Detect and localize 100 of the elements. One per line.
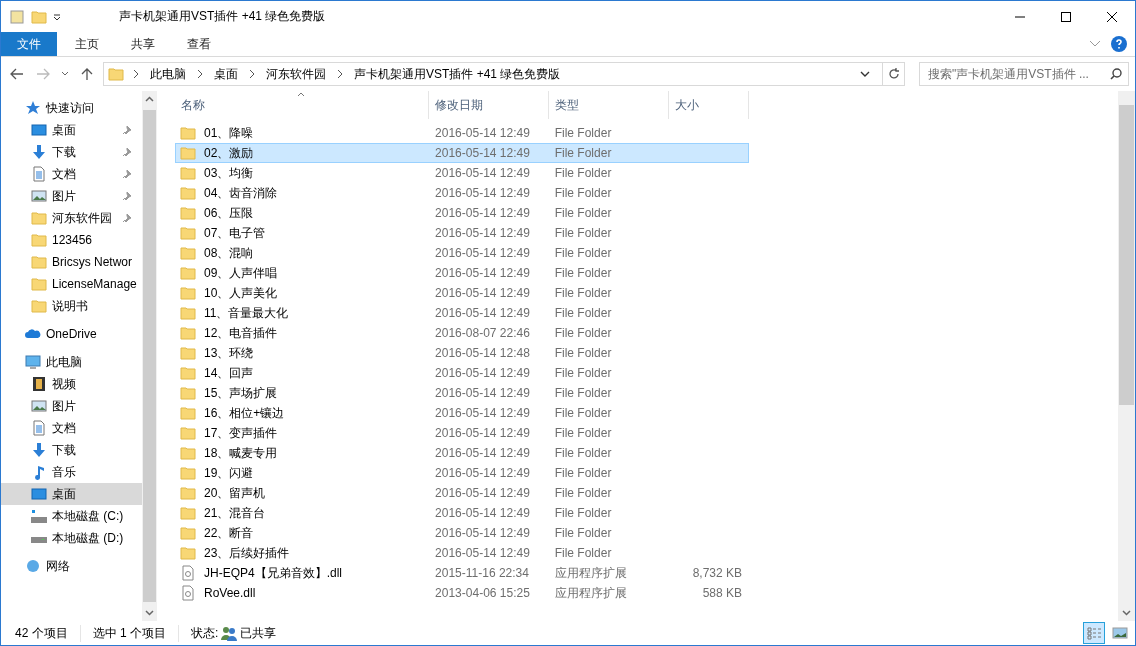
file-row[interactable]: 20、留声机 2016-05-14 12:49 File Folder <box>175 483 749 503</box>
file-row[interactable]: 21、混音台 2016-05-14 12:49 File Folder <box>175 503 749 523</box>
file-name: JH-EQP4【兄弟音效】.dll <box>204 564 343 582</box>
scrollbar[interactable] <box>142 91 157 621</box>
nav-item[interactable]: 图片 <box>1 395 142 417</box>
monitor-icon <box>31 122 47 138</box>
chevron-up-icon[interactable] <box>145 95 154 104</box>
file-row[interactable]: JH-EQP4【兄弟音效】.dll 2015-11-16 22:34 应用程序扩展 8,732 KB <box>175 563 749 583</box>
breadcrumb[interactable]: 河东软件园 <box>264 65 328 83</box>
folder-icon <box>31 232 47 248</box>
file-name: 17、变声插件 <box>204 424 278 442</box>
file-row[interactable]: 03、均衡 2016-05-14 12:49 File Folder <box>175 163 749 183</box>
nav-item[interactable]: 音乐 <box>1 461 142 483</box>
folder-icon <box>180 325 196 341</box>
file-name: 21、混音台 <box>204 504 266 522</box>
file-row[interactable]: 01、降噪 2016-05-14 12:49 File Folder <box>175 123 749 143</box>
file-row[interactable]: 18、喊麦专用 2016-05-14 12:49 File Folder <box>175 443 749 463</box>
nav-item[interactable]: 视频 <box>1 373 142 395</box>
file-row[interactable]: 15、声场扩展 2016-05-14 12:49 File Folder <box>175 383 749 403</box>
file-row[interactable]: 14、回声 2016-05-14 12:49 File Folder <box>175 363 749 383</box>
column-header[interactable]: 名称 <box>175 91 429 119</box>
caret-icon[interactable] <box>53 12 61 21</box>
file-name: 06、压限 <box>204 204 254 222</box>
file-row[interactable]: 02、激励 2016-05-14 12:49 File Folder <box>175 143 749 163</box>
search-field[interactable]: 搜索"声卡机架通用VST插件 ... <box>919 62 1129 86</box>
properties-icon[interactable] <box>9 8 25 25</box>
pin-icon[interactable] <box>122 125 132 135</box>
nav-item[interactable]: 本地磁盘 (D:) <box>1 527 142 549</box>
nav-item[interactable]: LicenseManage <box>1 273 142 295</box>
nav-item[interactable]: 说明书 <box>1 295 142 317</box>
file-row[interactable]: 23、后续好插件 2016-05-14 12:49 File Folder <box>175 543 749 563</box>
file-row[interactable]: 08、混响 2016-05-14 12:49 File Folder <box>175 243 749 263</box>
ribbon-tab[interactable]: 主页 <box>61 32 113 56</box>
list-icon <box>1086 625 1102 641</box>
file-name: 02、激励 <box>204 144 254 162</box>
file-icon <box>180 565 196 581</box>
pin-icon[interactable] <box>122 213 132 223</box>
column-header[interactable]: 大小 <box>669 91 749 119</box>
nav-item[interactable]: 图片 <box>1 185 142 207</box>
chevron-right-icon <box>196 69 204 79</box>
file-row[interactable]: 17、变声插件 2016-05-14 12:49 File Folder <box>175 423 749 443</box>
help-icon[interactable] <box>1111 36 1127 52</box>
close-icon <box>1107 11 1117 22</box>
folder-icon <box>180 505 196 521</box>
file-menu-button[interactable]: 文件 <box>1 32 57 56</box>
users-icon <box>221 625 238 641</box>
nav-item[interactable]: Bricsys Networ <box>1 251 142 273</box>
address-bar[interactable]: 此电脑 桌面 河东软件园 声卡机架通用VST插件 +41 绿色免费版 <box>103 62 905 86</box>
breadcrumb[interactable]: 桌面 <box>212 65 240 83</box>
nav-item[interactable]: 下载 <box>1 141 142 163</box>
file-row[interactable]: RoVee.dll 2013-04-06 15:25 应用程序扩展 588 KB <box>175 583 749 603</box>
file-row[interactable]: 06、压限 2016-05-14 12:49 File Folder <box>175 203 749 223</box>
file-row[interactable]: 11、音量最大化 2016-05-14 12:49 File Folder <box>175 303 749 323</box>
pin-icon[interactable] <box>122 169 132 179</box>
nav-item[interactable]: 桌面 <box>1 483 142 505</box>
down-arrow-icon <box>31 442 47 458</box>
type-cell-text: File Folder <box>553 406 613 420</box>
status-label: 状态: <box>191 624 219 642</box>
ribbon-tab[interactable]: 共享 <box>117 32 169 56</box>
folder-icon <box>180 165 196 181</box>
nav-item[interactable]: 网络 <box>1 555 142 577</box>
document-icon <box>31 166 47 182</box>
folder-icon <box>31 210 47 226</box>
pin-icon[interactable] <box>122 191 132 201</box>
picture-icon <box>31 398 47 414</box>
folder-icon <box>180 405 196 421</box>
scrollbar[interactable] <box>1118 91 1135 621</box>
file-row[interactable]: 09、人声伴唱 2016-05-14 12:49 File Folder <box>175 263 749 283</box>
file-row[interactable]: 19、闪避 2016-05-14 12:49 File Folder <box>175 463 749 483</box>
new-folder-icon[interactable] <box>31 8 47 25</box>
nav-item[interactable]: 文档 <box>1 417 142 439</box>
refresh-icon <box>887 68 900 80</box>
nav-item[interactable]: 本地磁盘 (C:) <box>1 505 142 527</box>
file-name: 19、闪避 <box>204 464 254 482</box>
nav-item[interactable]: 文档 <box>1 163 142 185</box>
nav-item[interactable]: 桌面 <box>1 119 142 141</box>
file-row[interactable]: 07、电子管 2016-05-14 12:49 File Folder <box>175 223 749 243</box>
chevron-down-icon[interactable] <box>860 70 870 78</box>
breadcrumb[interactable]: 此电脑 <box>148 65 188 83</box>
file-row[interactable]: 16、相位+镶边 2016-05-14 12:49 File Folder <box>175 403 749 423</box>
pin-icon[interactable] <box>122 147 132 157</box>
file-row[interactable]: 12、电音插件 2016-08-07 22:46 File Folder <box>175 323 749 343</box>
breadcrumb[interactable]: 声卡机架通用VST插件 +41 绿色免费版 <box>352 65 563 83</box>
nav-item[interactable]: 河东软件园 <box>1 207 142 229</box>
column-header[interactable]: 修改日期 <box>429 91 549 119</box>
column-header[interactable]: 类型 <box>549 91 669 119</box>
ribbon-tab[interactable]: 查看 <box>173 32 225 56</box>
nav-item[interactable]: 123456 <box>1 229 142 251</box>
file-row[interactable]: 13、环绕 2016-05-14 12:48 File Folder <box>175 343 749 363</box>
nav-item[interactable]: 此电脑 <box>1 351 142 373</box>
file-row[interactable]: 10、人声美化 2016-05-14 12:49 File Folder <box>175 283 749 303</box>
nav-item[interactable]: 快速访问 <box>1 97 142 119</box>
nav-item[interactable]: OneDrive <box>1 323 142 345</box>
nav-item[interactable]: 下载 <box>1 439 142 461</box>
file-row[interactable]: 22、断音 2016-05-14 12:49 File Folder <box>175 523 749 543</box>
type-cell-text: File Folder <box>553 346 613 360</box>
folder-icon <box>180 445 196 461</box>
file-row[interactable]: 04、齿音消除 2016-05-14 12:49 File Folder <box>175 183 749 203</box>
type-cell-text: File Folder <box>553 386 613 400</box>
type-cell-text: File Folder <box>553 466 613 480</box>
